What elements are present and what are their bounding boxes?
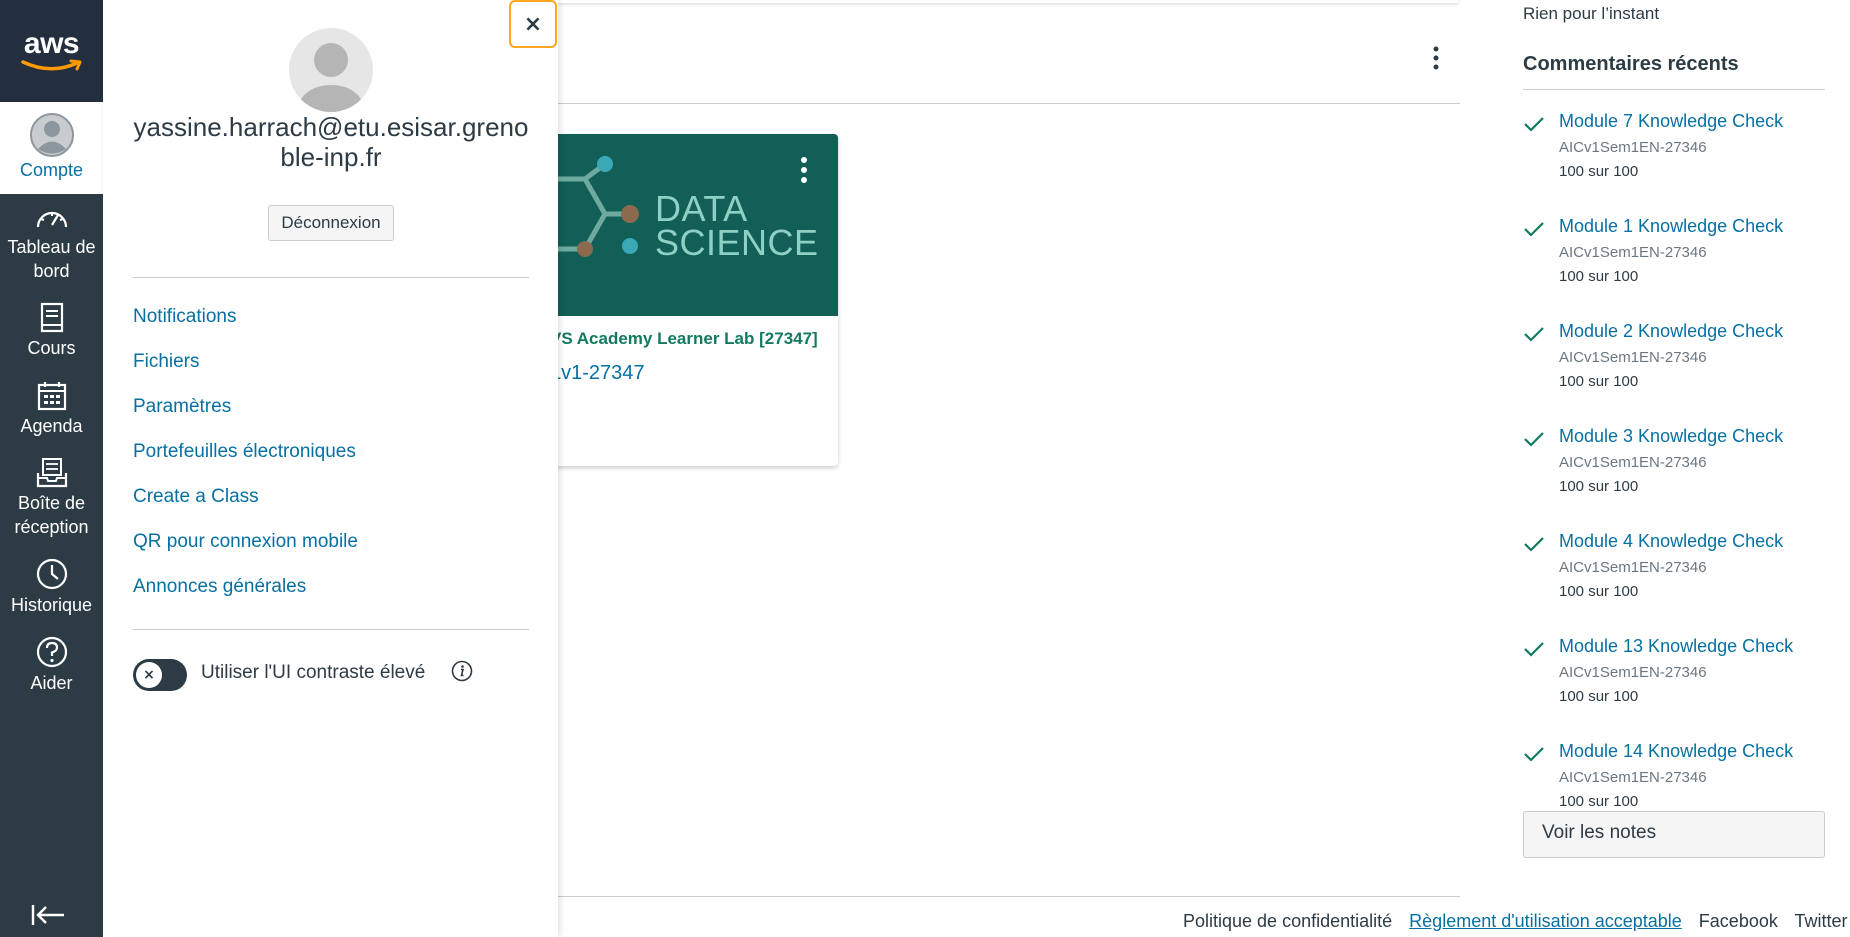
todo-empty-text: Rien pour l’instant xyxy=(1523,4,1660,23)
aws-logo[interactable]: aws xyxy=(0,0,103,102)
feedback-score: 100 sur 100 xyxy=(1559,688,1639,705)
nav-item-inbox[interactable]: Boîte de réception xyxy=(0,457,103,539)
header-divider xyxy=(558,103,1460,104)
feedback-title[interactable]: Module 2 Knowledge Check xyxy=(1559,321,1783,342)
feedback-title[interactable]: Module 14 Knowledge Check xyxy=(1559,741,1793,762)
info-icon[interactable] xyxy=(451,660,473,687)
high-contrast-label: Utiliser l'UI contraste élevé xyxy=(201,662,426,683)
feedback-course: AICv1Sem1EN-27346 xyxy=(1559,769,1707,786)
feedback-score: 100 sur 100 xyxy=(1559,163,1639,180)
nav-item-account[interactable]: Compte xyxy=(0,102,103,194)
feedback-score: 100 sur 100 xyxy=(1559,478,1639,495)
close-icon: × xyxy=(523,11,543,37)
feedback-title[interactable]: Module 3 Knowledge Check xyxy=(1559,426,1783,447)
feedback-score: 100 sur 100 xyxy=(1559,583,1639,600)
tray-link-qr-login[interactable]: QR pour connexion mobile xyxy=(133,531,358,553)
check-icon xyxy=(1523,640,1545,663)
feedback-score: 100 sur 100 xyxy=(1559,793,1639,810)
collapse-nav-icon[interactable] xyxy=(30,903,66,932)
feedback-course: AICv1Sem1EN-27346 xyxy=(1559,559,1707,576)
courses-icon xyxy=(40,302,63,333)
dashboard-icon xyxy=(36,211,67,228)
feedback-title[interactable]: Module 7 Knowledge Check xyxy=(1559,111,1783,132)
top-card-edge xyxy=(558,0,1458,3)
tray-divider xyxy=(133,277,529,278)
close-tray-button[interactable]: × xyxy=(509,0,557,48)
privacy-link[interactable]: Politique de confidentialité xyxy=(1183,911,1392,931)
nav-item-help[interactable]: Aider xyxy=(0,635,103,695)
feedback-item[interactable]: Module 4 Knowledge Check AICv1Sem1EN-273… xyxy=(1523,531,1825,621)
logout-button[interactable]: Déconnexion xyxy=(268,205,394,241)
feedback-course: AICv1Sem1EN-27346 xyxy=(1559,349,1707,366)
nav-help-label: Aider xyxy=(30,673,73,693)
feedback-item[interactable]: Module 3 Knowledge Check AICv1Sem1EN-273… xyxy=(1523,426,1825,516)
footer-links: Politique de confidentialité Règlement d… xyxy=(1183,911,1850,932)
check-icon xyxy=(1523,115,1545,138)
toggle-off-icon: × xyxy=(136,662,162,688)
tray-link-settings[interactable]: Paramètres xyxy=(133,396,231,418)
nav-item-dashboard[interactable]: Tableau de bord xyxy=(0,205,103,283)
check-icon xyxy=(1523,325,1545,348)
global-navigation: aws Compte Tableau de bord Cours Agenda … xyxy=(0,0,103,937)
course-hero-text: DATA SCIENCE xyxy=(655,188,819,263)
feedback-item[interactable]: Module 7 Knowledge Check AICv1Sem1EN-273… xyxy=(1523,111,1825,201)
recent-feedback-divider xyxy=(1523,89,1825,90)
feedback-title[interactable]: Module 13 Knowledge Check xyxy=(1559,636,1793,657)
course-options-icon[interactable] xyxy=(799,156,809,189)
view-grades-button[interactable]: Voir les notes xyxy=(1523,811,1825,858)
nav-item-calendar[interactable]: Agenda xyxy=(0,380,103,438)
course-code[interactable]: Lv1-27347 xyxy=(550,362,645,385)
tray-link-create-class[interactable]: Create a Class xyxy=(133,486,259,508)
check-icon xyxy=(1523,535,1545,558)
tray-link-notifications[interactable]: Notifications xyxy=(133,306,237,328)
feedback-score: 100 sur 100 xyxy=(1559,373,1639,390)
twitter-link[interactable]: Twitter xyxy=(1795,911,1848,931)
nav-courses-label: Cours xyxy=(27,338,76,358)
account-tray: × yassine.harrach@etu.esisar.grenoble-in… xyxy=(103,0,558,937)
high-contrast-toggle[interactable]: × xyxy=(133,659,187,691)
nav-item-history[interactable]: Historique xyxy=(0,557,103,617)
feedback-course: AICv1Sem1EN-27346 xyxy=(1559,664,1707,681)
feedback-title[interactable]: Module 1 Knowledge Check xyxy=(1559,216,1783,237)
check-icon xyxy=(1523,430,1545,453)
tray-divider xyxy=(133,629,529,630)
user-email: yassine.harrach@etu.esisar.grenoble-inp.… xyxy=(133,112,529,172)
course-title[interactable]: VS Academy Learner Lab [27347] xyxy=(550,329,830,349)
nav-item-courses[interactable]: Cours xyxy=(0,302,103,360)
nav-history-label: Historique xyxy=(10,595,93,615)
calendar-icon xyxy=(37,382,66,411)
smile-arrow-icon xyxy=(20,59,81,71)
feedback-score: 100 sur 100 xyxy=(1559,268,1639,285)
check-icon xyxy=(1523,220,1545,243)
feedback-item[interactable]: Module 1 Knowledge Check AICv1Sem1EN-273… xyxy=(1523,216,1825,306)
logo-text: aws xyxy=(23,27,80,60)
feedback-title[interactable]: Module 4 Knowledge Check xyxy=(1559,531,1783,552)
inbox-icon xyxy=(36,458,67,488)
feedback-course: AICv1Sem1EN-27346 xyxy=(1559,244,1707,261)
nav-calendar-label: Agenda xyxy=(20,416,83,436)
tray-link-announcements[interactable]: Annonces générales xyxy=(133,576,306,598)
help-icon xyxy=(36,636,67,668)
feedback-item[interactable]: Module 13 Knowledge Check AICv1Sem1EN-27… xyxy=(1523,636,1825,726)
nav-inbox-label: Boîte de réception xyxy=(14,493,89,537)
feedback-item[interactable]: Module 2 Knowledge Check AICv1Sem1EN-273… xyxy=(1523,321,1825,411)
nav-account-label: Compte xyxy=(19,160,84,180)
feedback-course: AICv1Sem1EN-27346 xyxy=(1559,454,1707,471)
avatar xyxy=(288,27,374,113)
dashboard-options-icon[interactable] xyxy=(1431,45,1441,76)
history-icon xyxy=(36,558,67,590)
footer-divider xyxy=(558,896,1460,897)
recent-feedback-heading: Commentaires récents xyxy=(1523,53,1739,75)
tray-link-files[interactable]: Fichiers xyxy=(133,351,200,373)
nav-dashboard-label: Tableau de bord xyxy=(7,237,96,281)
feedback-course: AICv1Sem1EN-27346 xyxy=(1559,139,1707,156)
account-avatar-icon xyxy=(29,113,74,157)
aup-link[interactable]: Règlement d'utilisation acceptable xyxy=(1409,911,1682,931)
facebook-link[interactable]: Facebook xyxy=(1699,911,1778,931)
tray-link-eportfolios[interactable]: Portefeuilles électroniques xyxy=(133,441,356,463)
check-icon xyxy=(1523,745,1545,768)
